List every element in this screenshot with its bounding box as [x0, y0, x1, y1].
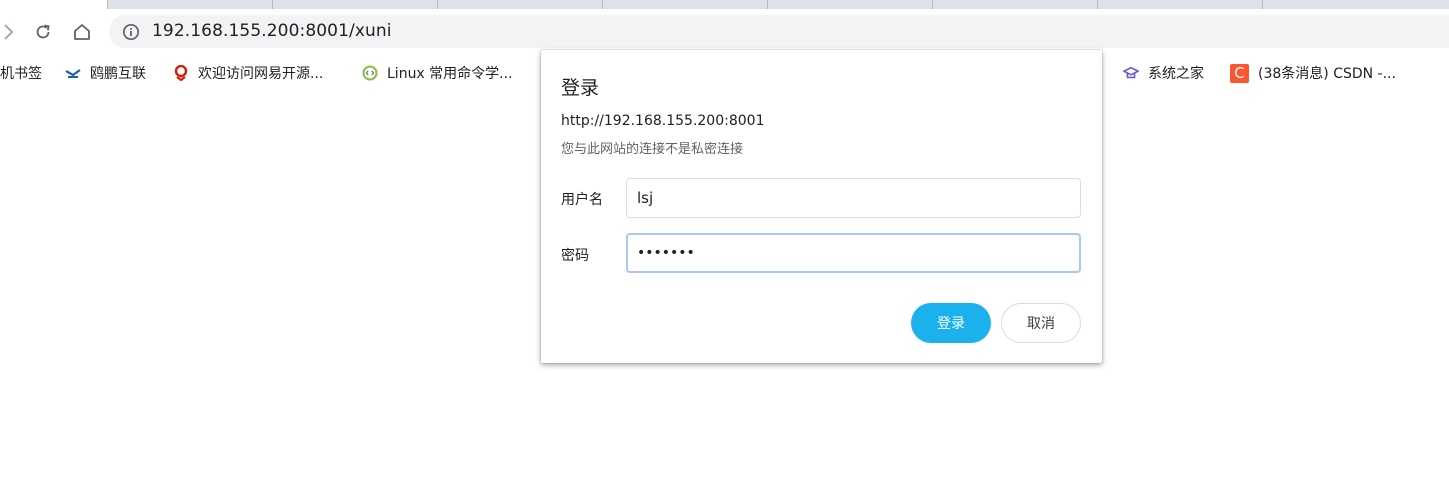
password-value: ••••••• [637, 245, 695, 261]
login-button[interactable]: 登录 [911, 303, 991, 343]
bookmark-label: 机书签 [0, 66, 42, 82]
tab[interactable] [107, 0, 272, 9]
home-button[interactable] [70, 20, 94, 44]
connection-warning: 您与此网站的连接不是私密连接 [561, 142, 744, 157]
tab[interactable] [932, 0, 1097, 9]
tab[interactable] [1262, 0, 1449, 9]
cancel-button[interactable]: 取消 [1001, 303, 1081, 343]
password-label: 密码 [561, 248, 589, 264]
netease-logo-icon [173, 65, 189, 81]
bookmark-label: 系统之家 [1148, 66, 1204, 82]
username-value: lsj [637, 189, 654, 207]
chevron-right-icon [4, 24, 14, 40]
tab[interactable] [767, 0, 932, 9]
browser-toolbar: 192.168.155.200:8001/xuni [0, 9, 1449, 55]
url-text[interactable]: 192.168.155.200:8001/xuni [152, 21, 392, 41]
bookmark-label: (38条消息) CSDN -... [1258, 66, 1396, 82]
csdn-logo-icon: C [1230, 63, 1249, 83]
username-label: 用户名 [561, 192, 603, 208]
reload-icon [36, 24, 50, 39]
tab[interactable] [437, 0, 602, 9]
home-icon [74, 24, 90, 40]
username-field[interactable]: lsj [626, 178, 1081, 218]
forward-button[interactable] [0, 20, 20, 44]
dialog-origin-url: http://192.168.155.200:8001 [561, 113, 765, 129]
dialog-title: 登录 [561, 77, 600, 99]
bookmark-item[interactable]: 鸥鹏互联 [65, 63, 146, 83]
bookmark-item[interactable]: 机书签 [0, 63, 42, 83]
xitong-logo-icon [1123, 65, 1139, 81]
bookmark-item[interactable]: Linux 常用命令学... [362, 63, 513, 83]
tab[interactable] [1097, 0, 1262, 9]
bookmark-label: 鸥鹏互联 [90, 66, 146, 82]
bookmark-label: Linux 常用命令学... [387, 66, 513, 82]
bookmark-item[interactable]: C (38条消息) CSDN -... [1230, 63, 1396, 83]
tab[interactable] [272, 0, 437, 9]
bookmark-item[interactable]: 系统之家 [1123, 63, 1204, 83]
info-icon[interactable] [122, 23, 140, 41]
ouping-logo-icon [65, 65, 81, 81]
code-globe-icon [362, 65, 378, 81]
password-field[interactable]: ••••••• [626, 233, 1081, 273]
bookmark-label: 欢迎访问网易开源... [198, 66, 324, 82]
bookmark-item[interactable]: 欢迎访问网易开源... [173, 63, 323, 83]
tab[interactable] [602, 0, 767, 9]
login-dialog: 登录 http://192.168.155.200:8001 您与此网站的连接不… [541, 50, 1102, 363]
reload-button[interactable] [31, 20, 55, 44]
address-bar[interactable]: 192.168.155.200:8001/xuni [109, 15, 1449, 48]
